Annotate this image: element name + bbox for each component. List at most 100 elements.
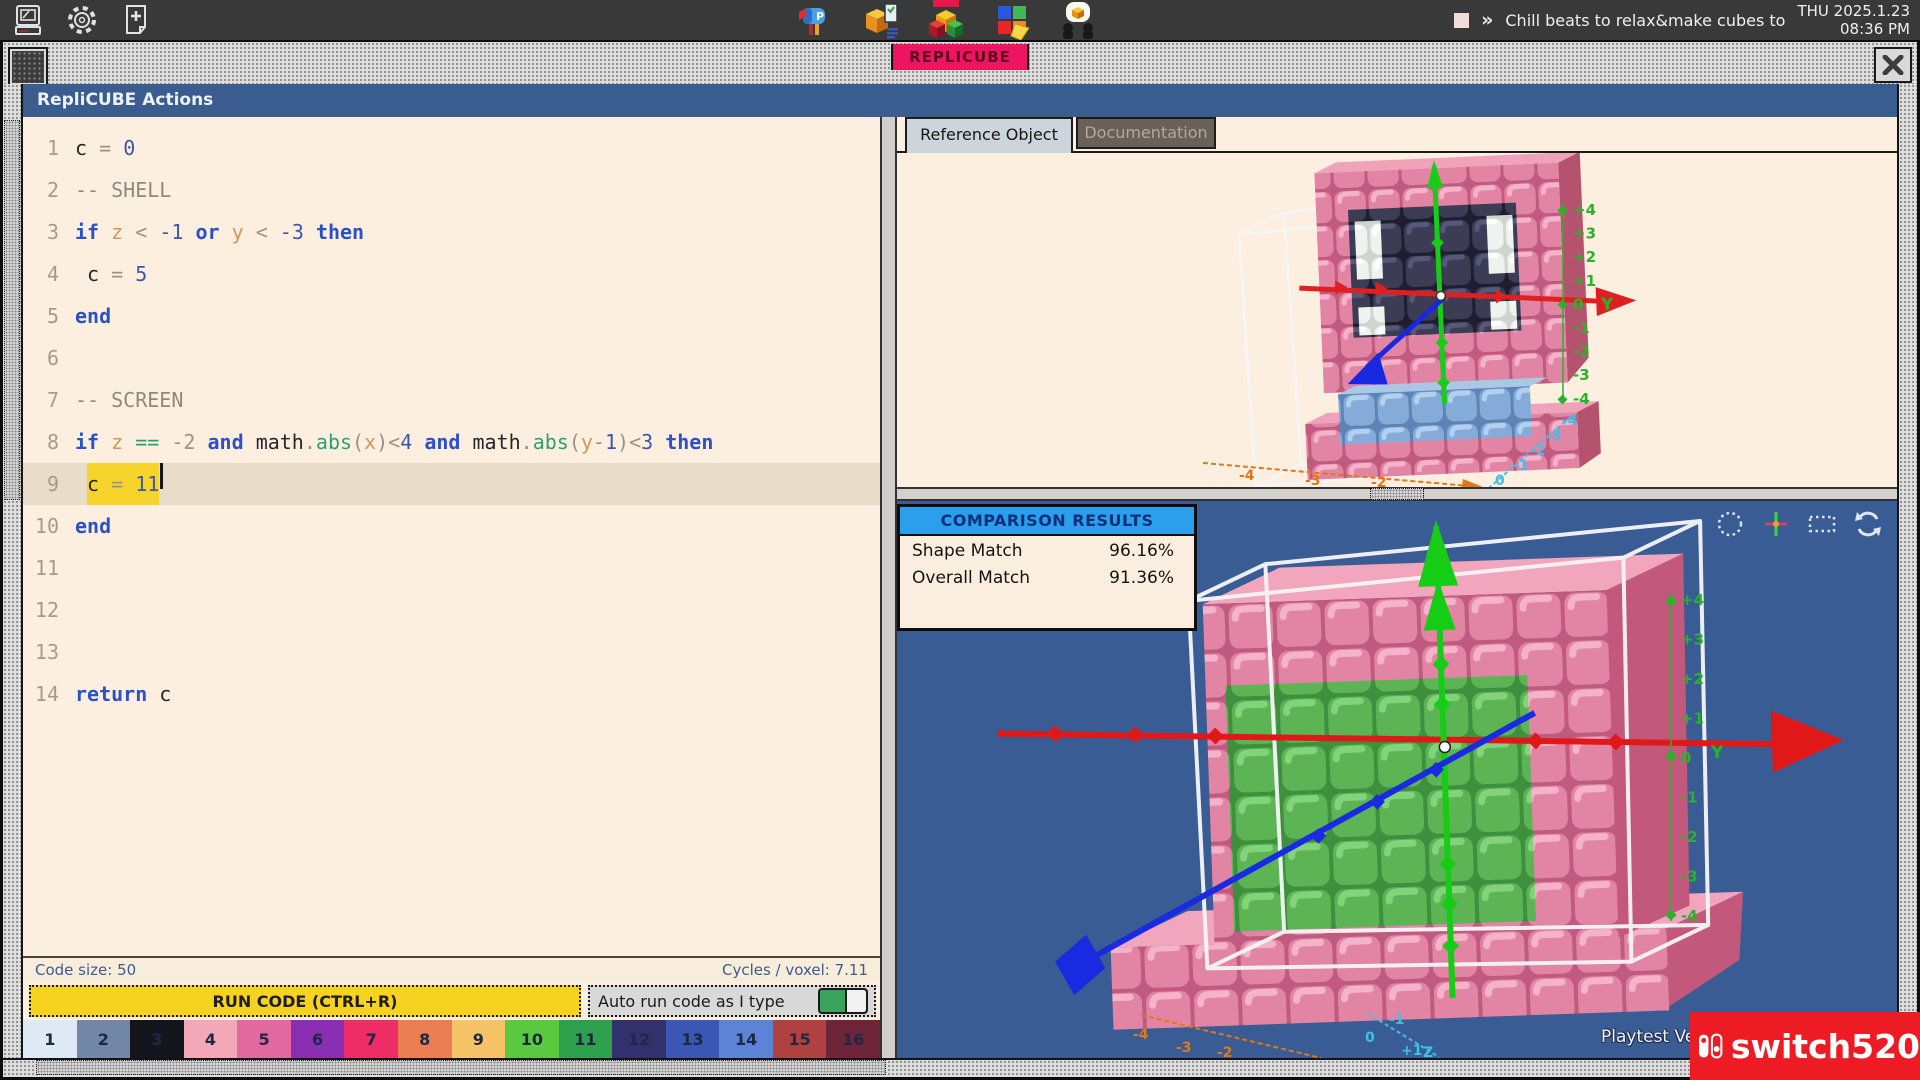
- code-line[interactable]: 13: [23, 631, 880, 673]
- line-number: 6: [46, 346, 59, 370]
- palette-color-4[interactable]: 4: [183, 1020, 238, 1058]
- code-line[interactable]: 10 end: [23, 505, 880, 547]
- window-menu-glyph: [12, 51, 44, 83]
- play-view[interactable]: +4 +3 +2 +1 0 -1 -2 -3 -4 Y -4 -3 -2 -1 0 +1 Z COMPARISO…: [897, 501, 1897, 1058]
- vertical-divider[interactable]: [880, 117, 897, 1058]
- axis-label: -2: [1530, 443, 1546, 459]
- axis-label: -3: [1546, 428, 1562, 444]
- horizontal-divider[interactable]: [897, 487, 1897, 501]
- computer-icon[interactable]: [10, 2, 46, 38]
- mailbox-icon[interactable]: P: [795, 0, 833, 40]
- code-editor[interactable]: 1c = 0 2 -- SHELL 3 if z < -1 or y < -3 then…: [23, 117, 880, 1058]
- palette-color-15[interactable]: 15: [772, 1020, 827, 1058]
- select-region-icon[interactable]: [1807, 509, 1837, 539]
- code-token: =: [111, 463, 124, 505]
- palette-color-12[interactable]: 12: [612, 1020, 666, 1058]
- code-token: c: [159, 682, 172, 706]
- code-line[interactable]: 11: [23, 547, 880, 589]
- new-file-icon[interactable]: [118, 2, 154, 38]
- axis-label: -4: [1133, 1027, 1149, 1043]
- cubes-banner-icon[interactable]: [927, 0, 965, 40]
- code-line[interactable]: 2 -- SHELL: [23, 169, 880, 211]
- code-line[interactable]: 9 c = 11: [23, 463, 880, 505]
- code-token: y: [231, 220, 244, 244]
- palette-grid-icon[interactable]: [993, 0, 1031, 40]
- tab-documentation[interactable]: Documentation: [1076, 117, 1216, 149]
- code-token: c: [87, 463, 100, 505]
- move-axes-icon[interactable]: [1761, 509, 1791, 539]
- shape-match-value: 96.16%: [1109, 541, 1174, 561]
- code-token: -: [592, 430, 605, 454]
- palette-color-6[interactable]: 6: [290, 1020, 345, 1058]
- code-token: -2: [171, 430, 196, 454]
- palette-color-3[interactable]: 3: [130, 1020, 184, 1058]
- divider-handle[interactable]: [1370, 488, 1424, 500]
- palette-color-16[interactable]: 16: [826, 1020, 880, 1058]
- left-scrollbar-thumb[interactable]: [4, 120, 20, 500]
- palette-color-7[interactable]: 7: [344, 1020, 398, 1058]
- axis-label: 0: [1681, 749, 1691, 767]
- cube-checklist-icon[interactable]: [861, 0, 899, 40]
- chat-cube-icon[interactable]: [1059, 0, 1097, 40]
- code-token: math: [472, 430, 521, 454]
- code-token: end: [75, 514, 112, 538]
- palette-color-8[interactable]: 8: [397, 1020, 452, 1058]
- code-line[interactable]: 14 return c: [23, 673, 880, 715]
- code-line[interactable]: 1c = 0: [23, 127, 880, 169]
- bottom-scrollbar-thumb[interactable]: [36, 1060, 886, 1075]
- line-number: 9: [46, 472, 59, 496]
- code-token: then: [315, 220, 365, 244]
- reference-view[interactable]: +4 +3 +2 +1 0 -1 -2 -3 -4 Y 0 -1 -2 -3 -4 -4 -3 -2: [897, 153, 1897, 487]
- window-menu-button[interactable]: [8, 47, 48, 87]
- axis-label: Z: [1423, 1045, 1433, 1058]
- code-line[interactable]: 8 if z == -2 and math. abs(x) <4 and math. a…: [23, 421, 880, 463]
- palette-color-13[interactable]: 13: [665, 1020, 720, 1058]
- rotate-view-icon[interactable]: [1853, 509, 1883, 539]
- stop-icon[interactable]: [1454, 12, 1470, 28]
- palette-color-5[interactable]: 5: [237, 1020, 291, 1058]
- right-scrollbar[interactable]: [1897, 84, 1917, 1058]
- code-token: <: [135, 220, 148, 244]
- palette-color-11[interactable]: 11: [558, 1020, 613, 1058]
- code-area[interactable]: 1c = 0 2 -- SHELL 3 if z < -1 or y < -3 then…: [23, 117, 880, 956]
- settings-gear-icon[interactable]: [64, 2, 100, 38]
- switch-logo-icon: [1698, 1033, 1723, 1059]
- code-token: .: [303, 430, 316, 454]
- tab-reference-object[interactable]: Reference Object: [905, 117, 1073, 153]
- code-line[interactable]: 12: [23, 589, 880, 631]
- close-button[interactable]: [1874, 47, 1912, 83]
- time-text: 08:36 PM: [1840, 20, 1910, 38]
- code-line[interactable]: 4 c = 5: [23, 253, 880, 295]
- code-line[interactable]: 3 if z < -1 or y < -3 then: [23, 211, 880, 253]
- code-token: 1: [604, 430, 618, 454]
- axis-label: +1: [1681, 710, 1704, 728]
- axis-label: -1: [1573, 319, 1590, 337]
- palette-color-9[interactable]: 9: [451, 1020, 506, 1058]
- palette-color-14[interactable]: 14: [719, 1020, 773, 1058]
- code-token: 0: [123, 136, 136, 160]
- code-line[interactable]: 7 -- SCREEN: [23, 379, 880, 421]
- chevrons-icon[interactable]: »: [1481, 9, 1493, 31]
- palette-color-2[interactable]: 2: [76, 1020, 131, 1058]
- comparison-results-panel: COMPARISON RESULTS Shape Match 96.16% Ov…: [897, 504, 1197, 631]
- autorun-toggle[interactable]: [818, 988, 868, 1014]
- axis-label: -4: [1681, 907, 1698, 925]
- palette-color-10[interactable]: 10: [505, 1020, 559, 1058]
- playtest-label: Playtest Ver: [1601, 1027, 1703, 1047]
- run-code-button[interactable]: RUN CODE (CTRL+R): [29, 985, 581, 1017]
- axis-label: -2: [1681, 828, 1698, 846]
- code-line[interactable]: 6: [23, 337, 880, 379]
- palette-color-1[interactable]: 1: [23, 1020, 77, 1058]
- axis-label: -3: [1305, 473, 1321, 487]
- code-token: return: [75, 682, 148, 706]
- orbit-icon[interactable]: [1715, 509, 1745, 539]
- code-line[interactable]: 5 end: [23, 295, 880, 337]
